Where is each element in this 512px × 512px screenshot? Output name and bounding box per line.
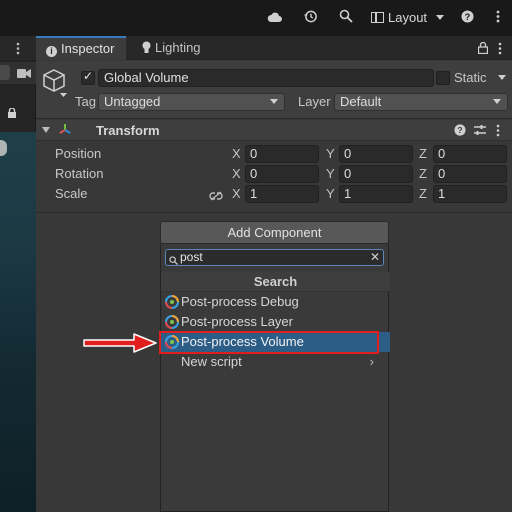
more-icon[interactable] <box>498 42 502 58</box>
layout-icon <box>371 12 384 23</box>
clear-search-icon[interactable]: ✕ <box>370 251 380 264</box>
tab-label: Inspector <box>61 41 115 56</box>
transform-title: Transform <box>96 123 160 138</box>
add-component-button[interactable]: Add Component <box>160 221 389 244</box>
chevron-down-icon[interactable] <box>498 75 506 80</box>
result-post-process-debug[interactable]: Post-process Debug <box>161 292 390 312</box>
new-script-item[interactable]: New script › <box>161 352 390 372</box>
scene-tool-button[interactable] <box>0 65 10 80</box>
rotation-label: Rotation <box>55 166 104 181</box>
popup-title: Search <box>161 272 390 292</box>
highlight-annotation <box>159 331 379 354</box>
search-input[interactable] <box>180 250 360 265</box>
help-icon[interactable]: ? <box>454 124 466 139</box>
layer-dropdown[interactable]: Default <box>334 93 508 111</box>
chevron-right-icon: › <box>369 354 374 369</box>
foldout-arrow-icon[interactable] <box>42 127 50 133</box>
static-checkbox[interactable] <box>436 71 450 85</box>
chevron-down-icon <box>435 15 444 20</box>
link-icon[interactable] <box>209 189 223 204</box>
transform-icon <box>58 123 72 140</box>
scene-viewport[interactable] <box>0 132 36 512</box>
scale-label: Scale <box>55 186 88 201</box>
result-post-process-layer[interactable]: Post-process Layer <box>161 312 390 332</box>
scale-z-field[interactable]: 1 <box>433 185 507 203</box>
bulb-icon <box>142 38 151 62</box>
tag-value: Untagged <box>104 94 161 109</box>
axis-y-label[interactable]: Y <box>326 145 335 163</box>
history-icon[interactable] <box>301 9 319 28</box>
static-label: Static <box>454 70 487 85</box>
axis-z-label[interactable]: Z <box>419 145 427 163</box>
cloud-icon[interactable] <box>266 9 284 27</box>
chevron-down-icon <box>493 99 501 104</box>
active-checkbox[interactable] <box>81 69 95 85</box>
main-toolbar: Layout ? <box>0 0 512 36</box>
gameobject-icon[interactable] <box>42 68 72 103</box>
axis-x-label[interactable]: X <box>232 185 241 203</box>
post-process-icon <box>165 315 179 329</box>
svg-text:?: ? <box>457 125 462 135</box>
rotation-x-field[interactable]: 0 <box>245 165 319 183</box>
tag-dropdown[interactable]: Untagged <box>98 93 285 111</box>
object-name-value: Global Volume <box>104 70 189 85</box>
search-icon <box>169 253 178 268</box>
position-label: Position <box>55 146 102 161</box>
axis-x-label[interactable]: X <box>232 165 241 183</box>
transform-body: Position X 0 Y 0 Z 0 Rotation X 0 Y 0 Z … <box>36 141 512 213</box>
axis-z-label[interactable]: Z <box>419 165 427 183</box>
tag-label: Tag <box>75 94 96 109</box>
presets-icon[interactable] <box>474 124 486 139</box>
axis-y-label[interactable]: Y <box>326 185 335 203</box>
axis-z-label[interactable]: Z <box>419 185 427 203</box>
add-component-popup: ✕ Search Post-process Debug Post-process… <box>160 244 390 512</box>
position-z-field[interactable]: 0 <box>433 145 507 163</box>
lock-icon[interactable] <box>8 106 16 121</box>
inspector-tabbar: i Inspector Lighting <box>36 36 512 60</box>
arrow-annotation <box>83 333 157 353</box>
scene-toolbar <box>0 62 36 84</box>
axis-x-label[interactable]: X <box>232 145 241 163</box>
more-icon[interactable] <box>490 9 506 27</box>
chevron-down-icon <box>270 99 278 104</box>
help-icon[interactable]: ? <box>458 9 476 27</box>
layer-label: Layer <box>298 94 331 109</box>
search-field[interactable]: ✕ <box>165 249 384 266</box>
position-y-field[interactable]: 0 <box>339 145 413 163</box>
tab-lighting[interactable]: Lighting <box>136 36 216 60</box>
layout-label: Layout <box>388 10 428 25</box>
search-icon[interactable] <box>337 9 355 27</box>
new-script-label: New script <box>181 354 242 369</box>
lock-icon[interactable] <box>477 41 489 57</box>
camera-icon[interactable] <box>17 67 31 82</box>
rotation-y-field[interactable]: 0 <box>339 165 413 183</box>
layer-value: Default <box>340 94 382 109</box>
transform-header[interactable]: Transform ? <box>36 120 512 141</box>
post-process-icon <box>165 295 179 309</box>
svg-text:?: ? <box>464 12 470 22</box>
object-header: Global Volume Static Tag Untagged Layer … <box>36 61 512 119</box>
info-icon: i <box>46 46 57 57</box>
scene-panel <box>0 36 36 512</box>
position-x-field[interactable]: 0 <box>245 145 319 163</box>
tab-inspector[interactable]: i Inspector <box>36 36 126 60</box>
tab-label: Lighting <box>155 40 201 55</box>
result-label: Post-process Debug <box>181 294 299 309</box>
more-icon[interactable] <box>496 124 500 140</box>
layout-dropdown[interactable]: Layout <box>371 9 444 27</box>
rotation-z-field[interactable]: 0 <box>433 165 507 183</box>
scene-gizmo[interactable] <box>0 140 7 156</box>
axis-y-label[interactable]: Y <box>326 165 335 183</box>
scale-y-field[interactable]: 1 <box>339 185 413 203</box>
more-icon[interactable] <box>16 42 20 58</box>
scale-x-field[interactable]: 1 <box>245 185 319 203</box>
scene-tabbar <box>0 36 36 60</box>
result-label: Post-process Layer <box>181 314 293 329</box>
object-name-field[interactable]: Global Volume <box>98 69 434 87</box>
